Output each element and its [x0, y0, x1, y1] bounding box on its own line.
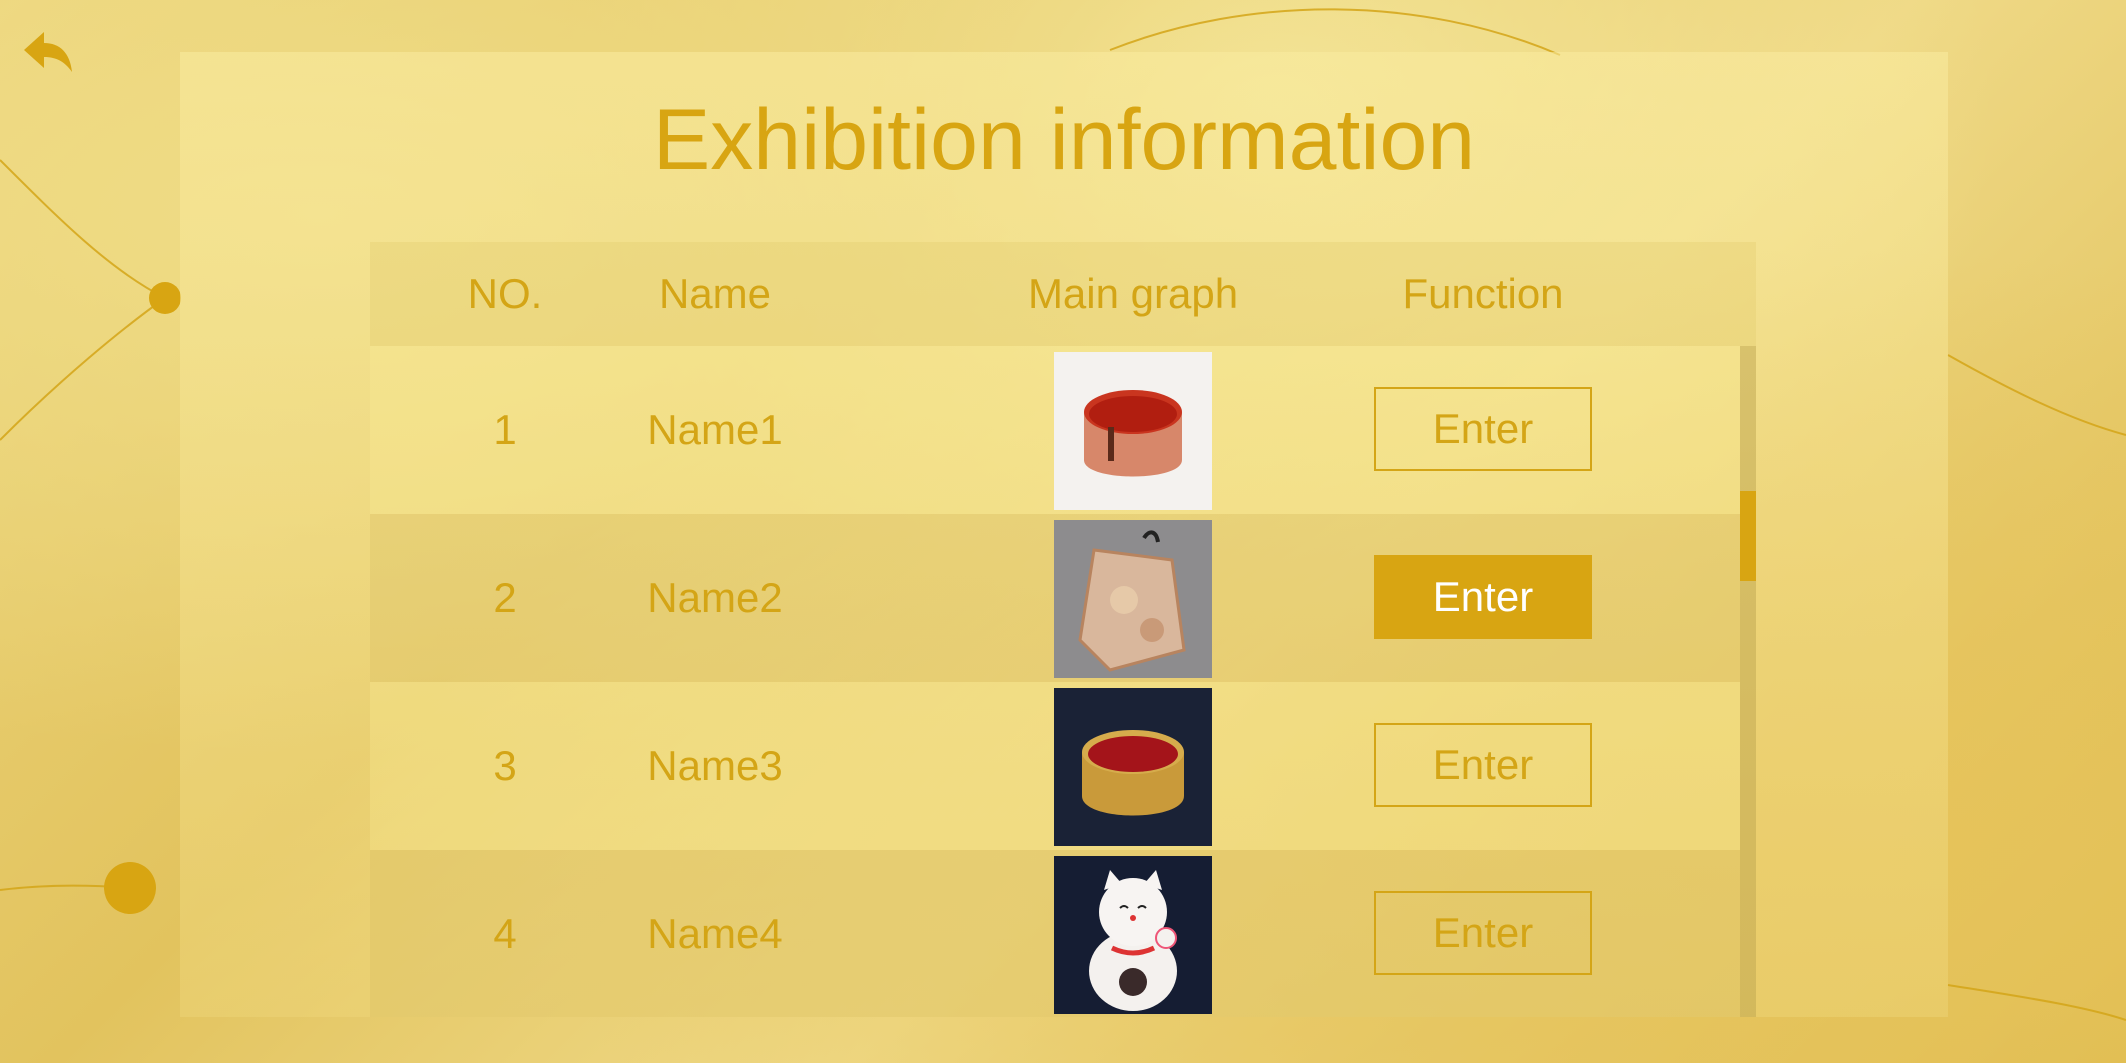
scrollbar[interactable] [1740, 346, 1756, 1017]
row-name: Name3 [647, 742, 783, 789]
table-row: 4 Name4 Enter [370, 850, 1740, 1017]
table-row: 1 Name1 Enter [370, 346, 1740, 514]
enter-button-active[interactable]: Enter [1374, 555, 1592, 639]
table-row: 3 Name3 Enter [370, 682, 1740, 850]
enter-button[interactable]: Enter [1374, 891, 1592, 975]
row-name: Name2 [647, 574, 783, 621]
row-number: 3 [493, 742, 517, 789]
back-button[interactable] [18, 22, 78, 82]
gold-lacquer-bowl-image [1054, 688, 1212, 846]
exhibit-thumbnail[interactable] [1054, 352, 1212, 510]
row-number: 1 [493, 406, 517, 453]
header-main-graph: Main graph [1027, 270, 1239, 317]
red-lacquer-bowl-image [1054, 352, 1212, 510]
enter-button[interactable]: Enter [1374, 387, 1592, 471]
enter-button[interactable]: Enter [1374, 723, 1592, 807]
exhibit-thumbnail[interactable] [1054, 688, 1212, 846]
back-arrow-icon [24, 32, 72, 72]
scrollbar-thumb[interactable] [1740, 491, 1756, 581]
exhibition-list[interactable]: 1 Name1 Enter 2 Name2 Enter 3 Name3 Ente… [370, 346, 1740, 1017]
exhibit-thumbnail[interactable] [1054, 856, 1212, 1014]
header-name: Name [658, 270, 772, 317]
table-row: 2 Name2 Enter [370, 514, 1740, 682]
table-header: NO. Name Main graph Function [370, 242, 1756, 346]
row-number: 2 [493, 574, 517, 621]
row-name: Name1 [647, 406, 783, 453]
page-title: Exhibition information [652, 92, 1476, 188]
lucky-cat-image [1054, 856, 1212, 1014]
brocade-pouch-image [1054, 520, 1212, 678]
row-number: 4 [493, 910, 517, 957]
header-function: Function [1402, 270, 1564, 317]
exhibition-panel: Exhibition information NO. Name Main gra… [180, 52, 1948, 1017]
row-name: Name4 [647, 910, 783, 957]
header-no: NO. [467, 270, 543, 317]
exhibit-thumbnail[interactable] [1054, 520, 1212, 678]
